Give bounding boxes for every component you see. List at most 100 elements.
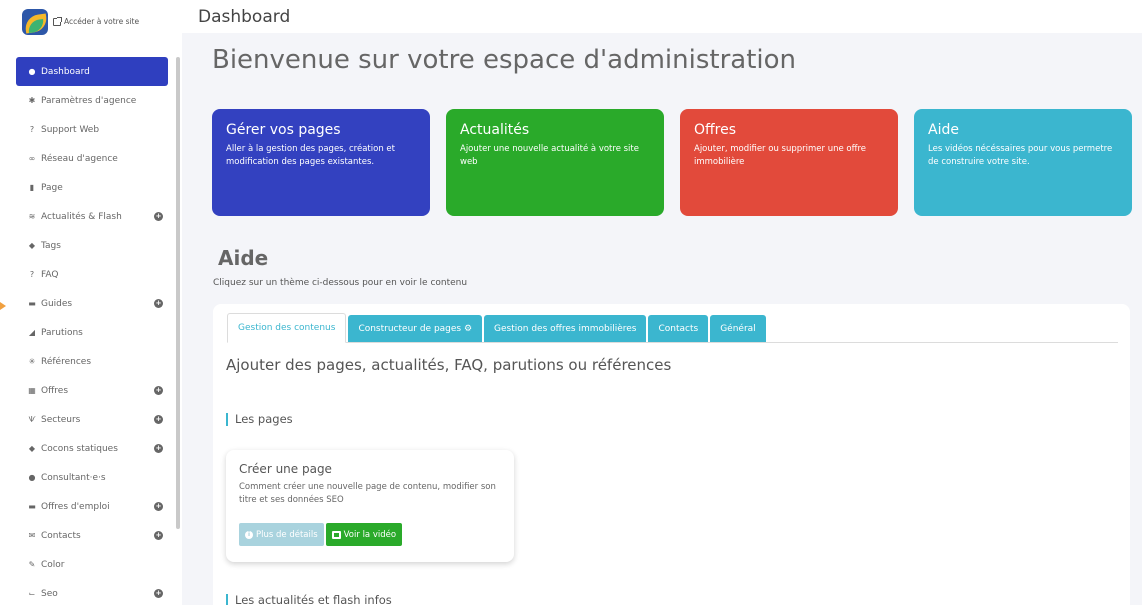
help-card-actions: i Plus de détails Voir la vidéo: [239, 523, 403, 546]
question-icon: ?: [29, 125, 35, 134]
sidebar-item-label: Contacts: [41, 530, 81, 541]
admin-app: Accéder à votre site ● Dashboard ✱ Param…: [0, 0, 1142, 605]
expand-plus-icon[interactable]: +: [154, 299, 163, 308]
sidebar-item-offers[interactable]: ▦ Offres +: [16, 376, 168, 405]
brand-logo[interactable]: [22, 9, 48, 35]
card-title: Actualités: [460, 122, 530, 138]
sidebar-item-tags[interactable]: ◆ Tags: [16, 231, 168, 260]
expand-plus-icon[interactable]: +: [154, 212, 163, 221]
sidebar-item-label: Guides: [41, 298, 73, 309]
tab-general[interactable]: Général: [710, 315, 766, 342]
card-title: Aide: [928, 122, 959, 138]
sitemap-icon: Ѱ: [28, 415, 36, 424]
visit-site-label: Accéder à votre site: [64, 17, 140, 26]
rss-icon: ≋: [28, 212, 36, 221]
sidebar-item-label: Support Web: [41, 124, 100, 135]
file-icon: ▮: [29, 183, 35, 192]
chart-icon: ⌙: [28, 589, 36, 598]
sidebar-item-consultants[interactable]: ● Consultant·e·s: [16, 463, 168, 492]
question-icon: ?: [29, 270, 35, 279]
sidebar: Accéder à votre site ● Dashboard ✱ Param…: [0, 0, 182, 605]
sidebar-item-label: Cocons statiques: [41, 443, 118, 454]
sidebar-item-label: Seo: [41, 588, 58, 599]
external-link-icon: [53, 16, 62, 26]
help-card-text: Comment créer une nouvelle page de conte…: [239, 482, 496, 505]
expand-plus-icon[interactable]: +: [154, 386, 163, 395]
expand-plus-icon[interactable]: +: [154, 415, 163, 424]
sidebar-item-sectors[interactable]: Ѱ Secteurs +: [16, 405, 168, 434]
tab-page-builder[interactable]: Constructeur de pages ⚙: [348, 315, 483, 342]
help-card-title: Créer une page: [239, 462, 332, 476]
sidebar-item-label: FAQ: [41, 269, 59, 280]
help-card-shortcut[interactable]: Aide Les vidéos nécéssaires pour vous pe…: [914, 109, 1132, 216]
paper-plane-icon: ◢: [28, 328, 36, 337]
tab-property-offers[interactable]: Gestion des offres immobilières: [484, 315, 647, 342]
card-title: Gérer vos pages: [226, 122, 341, 138]
link-icon: ∞: [28, 154, 36, 163]
expand-plus-icon[interactable]: +: [154, 589, 163, 598]
sidebar-item-faq[interactable]: ? FAQ: [16, 260, 168, 289]
help-section-subtitle: Cliquez sur un thème ci-dessous pour en …: [213, 278, 468, 288]
sidebar-item-label: Parutions: [41, 327, 83, 338]
card-text: Les vidéos nécéssaires pour vous permetr…: [928, 144, 1113, 167]
more-details-button[interactable]: i Plus de détails: [239, 523, 324, 546]
card-text: Aller à la gestion des pages, création e…: [226, 144, 395, 167]
sidebar-item-label: Paramètres d'agence: [41, 95, 137, 106]
sidebar-item-page[interactable]: ▮ Page: [16, 173, 168, 202]
sidebar-item-dashboard[interactable]: ● Dashboard: [16, 57, 168, 86]
main-content: Bienvenue sur votre espace d'administrat…: [182, 33, 1142, 605]
visit-site-link[interactable]: Accéder à votre site: [53, 16, 140, 26]
info-icon: i: [245, 530, 253, 539]
sidebar-scrollbar[interactable]: [176, 57, 180, 529]
sidebar-item-label: Consultant·e·s: [41, 472, 106, 483]
welcome-heading: Bienvenue sur votre espace d'administrat…: [212, 45, 797, 75]
sidebar-item-references[interactable]: ✳ Références: [16, 347, 168, 376]
asterisk-icon: ✳: [28, 357, 36, 366]
dashboard-icon: ●: [28, 67, 36, 76]
sidebar-item-static-cocoons[interactable]: ◆ Cocons statiques +: [16, 434, 168, 463]
sidebar-item-contacts[interactable]: ✉ Contacts +: [16, 521, 168, 550]
sidebar-item-job-offers[interactable]: ▬ Offres d'emploi +: [16, 492, 168, 521]
watch-video-button[interactable]: Voir la vidéo: [325, 523, 403, 546]
expand-plus-icon[interactable]: +: [154, 531, 163, 540]
sidebar-item-seo[interactable]: ⌙ Seo +: [16, 579, 168, 605]
more-details-label: Plus de détails: [256, 529, 318, 540]
tag-icon: ◆: [28, 444, 36, 453]
news-card[interactable]: Actualités Ajouter une nouvelle actualit…: [446, 109, 664, 216]
offers-card[interactable]: Offres Ajouter, modifier ou supprimer un…: [680, 109, 898, 216]
sidebar-item-publications[interactable]: ◢ Parutions: [16, 318, 168, 347]
tag-icon: ◆: [28, 241, 36, 250]
user-icon: ●: [28, 473, 36, 482]
sidebar-item-label: Références: [41, 356, 92, 367]
sidebar-item-color[interactable]: ✎ Color: [16, 550, 168, 579]
brush-icon: ✎: [28, 560, 36, 569]
pointer-arrow-icon: [0, 302, 6, 310]
page-title: Dashboard: [198, 7, 291, 27]
watch-video-label: Voir la vidéo: [343, 529, 397, 540]
help-panel: Gestion des contenus Constructeur de pag…: [213, 304, 1130, 605]
envelope-icon: ✉: [28, 531, 36, 540]
help-tabs: Gestion des contenus Constructeur de pag…: [227, 313, 1118, 343]
sidebar-item-label: Offres: [41, 385, 69, 396]
sidebar-item-agency-network[interactable]: ∞ Réseau d'agence: [16, 144, 168, 173]
expand-plus-icon[interactable]: +: [154, 502, 163, 511]
tab-content-management[interactable]: Gestion des contenus: [227, 313, 347, 343]
card-text: Ajouter, modifier ou supprimer une offre…: [694, 144, 867, 167]
sidebar-header: Accéder à votre site: [0, 0, 182, 45]
section-title-pages: Les pages: [226, 413, 293, 426]
sidebar-item-label: Actualités & Flash: [41, 211, 122, 222]
sidebar-item-agency-settings[interactable]: ✱ Paramètres d'agence: [16, 86, 168, 115]
expand-plus-icon[interactable]: +: [154, 444, 163, 453]
section-title-news: Les actualités et flash infos: [226, 594, 392, 605]
briefcase-icon: ▬: [28, 299, 36, 308]
sidebar-item-guides[interactable]: ▬ Guides +: [16, 289, 168, 318]
tab-contacts[interactable]: Contacts: [648, 315, 709, 342]
manage-pages-card[interactable]: Gérer vos pages Aller à la gestion des p…: [212, 109, 430, 216]
sidebar-item-web-support[interactable]: ? Support Web: [16, 115, 168, 144]
sidebar-item-label: Color: [41, 559, 65, 570]
card-title: Offres: [694, 122, 737, 138]
card-text: Ajouter une nouvelle actualité à votre s…: [460, 144, 639, 167]
sidebar-item-news[interactable]: ≋ Actualités & Flash +: [16, 202, 168, 231]
building-icon: ▦: [28, 386, 36, 395]
film-icon: [331, 530, 341, 539]
